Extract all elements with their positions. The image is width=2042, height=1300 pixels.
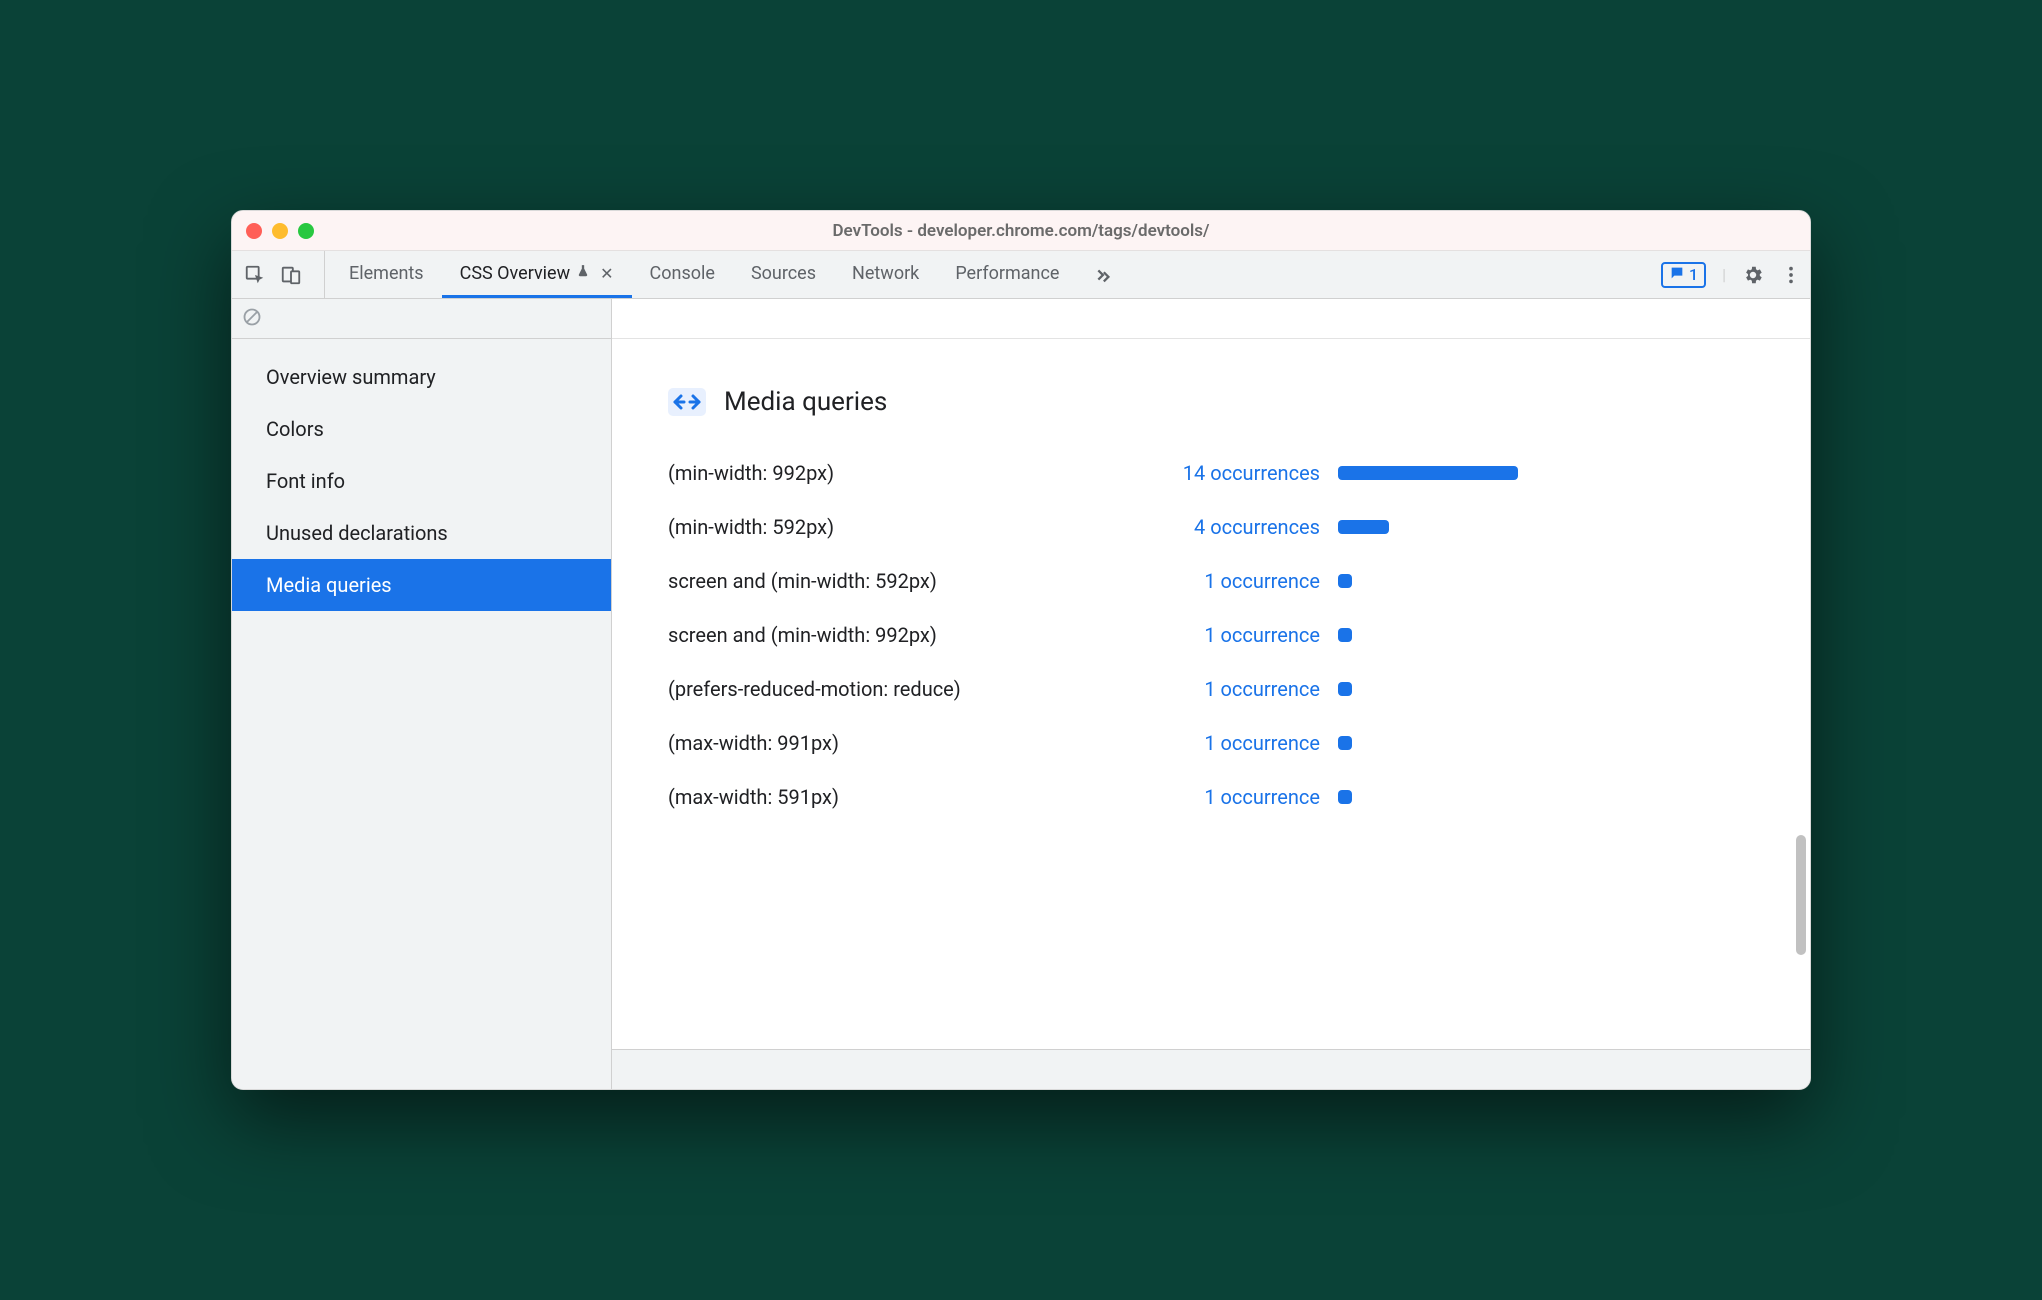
occurrence-bar [1338, 736, 1352, 750]
panel-body: Overview summaryColorsFont infoUnused de… [232, 299, 1810, 1089]
media-query-row: (max-width: 591px)1 occurrence [668, 785, 1754, 809]
tab-console[interactable]: Console [632, 251, 733, 298]
minimize-window-button[interactable] [272, 223, 288, 239]
media-query-text: (prefers-reduced-motion: reduce) [668, 677, 1138, 701]
occurrence-bar-cell [1338, 736, 1754, 750]
toolbar-right-group: 1 | [1651, 251, 1802, 298]
sidebar-item-font-info[interactable]: Font info [232, 455, 611, 507]
issues-counter[interactable]: 1 [1661, 262, 1706, 288]
occurrence-count-link[interactable]: 1 occurrence [1138, 569, 1338, 593]
section-header: Media queries [668, 387, 1754, 417]
occurrence-bar-cell [1338, 682, 1754, 696]
media-queries-section: Media queries (min-width: 992px)14 occur… [612, 339, 1810, 1049]
occurrence-bar [1338, 628, 1352, 642]
sidebar-item-media-queries[interactable]: Media queries [232, 559, 611, 611]
media-queries-icon [668, 388, 706, 416]
media-query-row: (max-width: 991px)1 occurrence [668, 731, 1754, 755]
main-panel: Media queries (min-width: 992px)14 occur… [612, 299, 1810, 1089]
media-query-text: screen and (min-width: 992px) [668, 623, 1138, 647]
devtools-window: DevTools - developer.chrome.com/tags/dev… [231, 210, 1811, 1090]
media-query-row: screen and (min-width: 992px)1 occurrenc… [668, 623, 1754, 647]
sidebar-item-overview-summary[interactable]: Overview summary [232, 351, 611, 403]
clear-overview-icon[interactable] [242, 307, 262, 331]
occurrence-count-link[interactable]: 1 occurrence [1138, 623, 1338, 647]
occurrence-count-link[interactable]: 1 occurrence [1138, 677, 1338, 701]
occurrence-bar [1338, 574, 1352, 588]
occurrence-bar [1338, 790, 1352, 804]
window-title: DevTools - developer.chrome.com/tags/dev… [232, 221, 1810, 241]
settings-gear-icon[interactable] [1742, 264, 1764, 286]
occurrence-bar [1338, 466, 1518, 480]
close-tab-icon[interactable]: ✕ [600, 264, 613, 283]
occurrence-bar-cell [1338, 574, 1754, 588]
tab-label: Console [650, 263, 715, 284]
experiment-flask-icon [576, 263, 590, 284]
tab-sources[interactable]: Sources [733, 251, 834, 298]
main-subtoolbar [612, 299, 1810, 339]
media-query-row: (min-width: 992px)14 occurrences [668, 461, 1754, 485]
occurrence-bar [1338, 682, 1352, 696]
section-title: Media queries [724, 387, 887, 417]
media-query-row: screen and (min-width: 592px)1 occurrenc… [668, 569, 1754, 593]
occurrence-count-link[interactable]: 1 occurrence [1138, 785, 1338, 809]
devtools-toolbar: Elements CSS Overview ✕ Console Sources … [232, 251, 1810, 299]
more-tabs-button[interactable] [1077, 251, 1127, 298]
traffic-lights [246, 223, 314, 239]
media-query-text: (min-width: 992px) [668, 461, 1138, 485]
chat-icon [1669, 265, 1685, 285]
tab-label: CSS Overview [460, 263, 571, 284]
occurrence-count-link[interactable]: 4 occurrences [1138, 515, 1338, 539]
toolbar-left-group [244, 251, 325, 298]
sidebar-actionbar [232, 299, 611, 339]
tab-label: Performance [955, 263, 1059, 284]
close-window-button[interactable] [246, 223, 262, 239]
media-query-text: (max-width: 591px) [668, 785, 1138, 809]
occurrence-count-link[interactable]: 14 occurrences [1138, 461, 1338, 485]
tab-performance[interactable]: Performance [937, 251, 1077, 298]
media-query-text: (min-width: 592px) [668, 515, 1138, 539]
tab-css-overview[interactable]: CSS Overview ✕ [442, 251, 632, 298]
media-query-text: screen and (min-width: 592px) [668, 569, 1138, 593]
media-query-row: (prefers-reduced-motion: reduce)1 occurr… [668, 677, 1754, 701]
scrollbar-thumb[interactable] [1796, 835, 1806, 955]
inspect-element-icon[interactable] [244, 264, 266, 286]
sidebar-item-unused-declarations[interactable]: Unused declarations [232, 507, 611, 559]
tab-label: Sources [751, 263, 816, 284]
media-query-list: (min-width: 992px)14 occurrences(min-wid… [668, 461, 1754, 809]
scrollbar-track[interactable] [1796, 359, 1806, 1039]
issues-count: 1 [1689, 265, 1698, 284]
tab-label: Elements [349, 263, 424, 284]
sidebar-item-colors[interactable]: Colors [232, 403, 611, 455]
tab-label: Network [852, 263, 919, 284]
occurrence-bar-cell [1338, 790, 1754, 804]
panel-tabs: Elements CSS Overview ✕ Console Sources … [331, 251, 1077, 298]
kebab-menu-icon[interactable] [1780, 264, 1802, 286]
occurrence-bar-cell [1338, 520, 1754, 534]
media-query-row: (min-width: 592px)4 occurrences [668, 515, 1754, 539]
tab-elements[interactable]: Elements [331, 251, 442, 298]
device-toolbar-icon[interactable] [280, 264, 302, 286]
zoom-window-button[interactable] [298, 223, 314, 239]
media-query-text: (max-width: 991px) [668, 731, 1138, 755]
window-titlebar: DevTools - developer.chrome.com/tags/dev… [232, 211, 1810, 251]
occurrence-bar [1338, 520, 1389, 534]
occurrence-bar-cell [1338, 628, 1754, 642]
occurrence-count-link[interactable]: 1 occurrence [1138, 731, 1338, 755]
drawer-strip[interactable] [612, 1049, 1810, 1089]
css-overview-sidebar: Overview summaryColorsFont infoUnused de… [232, 299, 612, 1089]
tab-network[interactable]: Network [834, 251, 937, 298]
occurrence-bar-cell [1338, 466, 1754, 480]
sidebar-nav: Overview summaryColorsFont infoUnused de… [232, 339, 611, 623]
